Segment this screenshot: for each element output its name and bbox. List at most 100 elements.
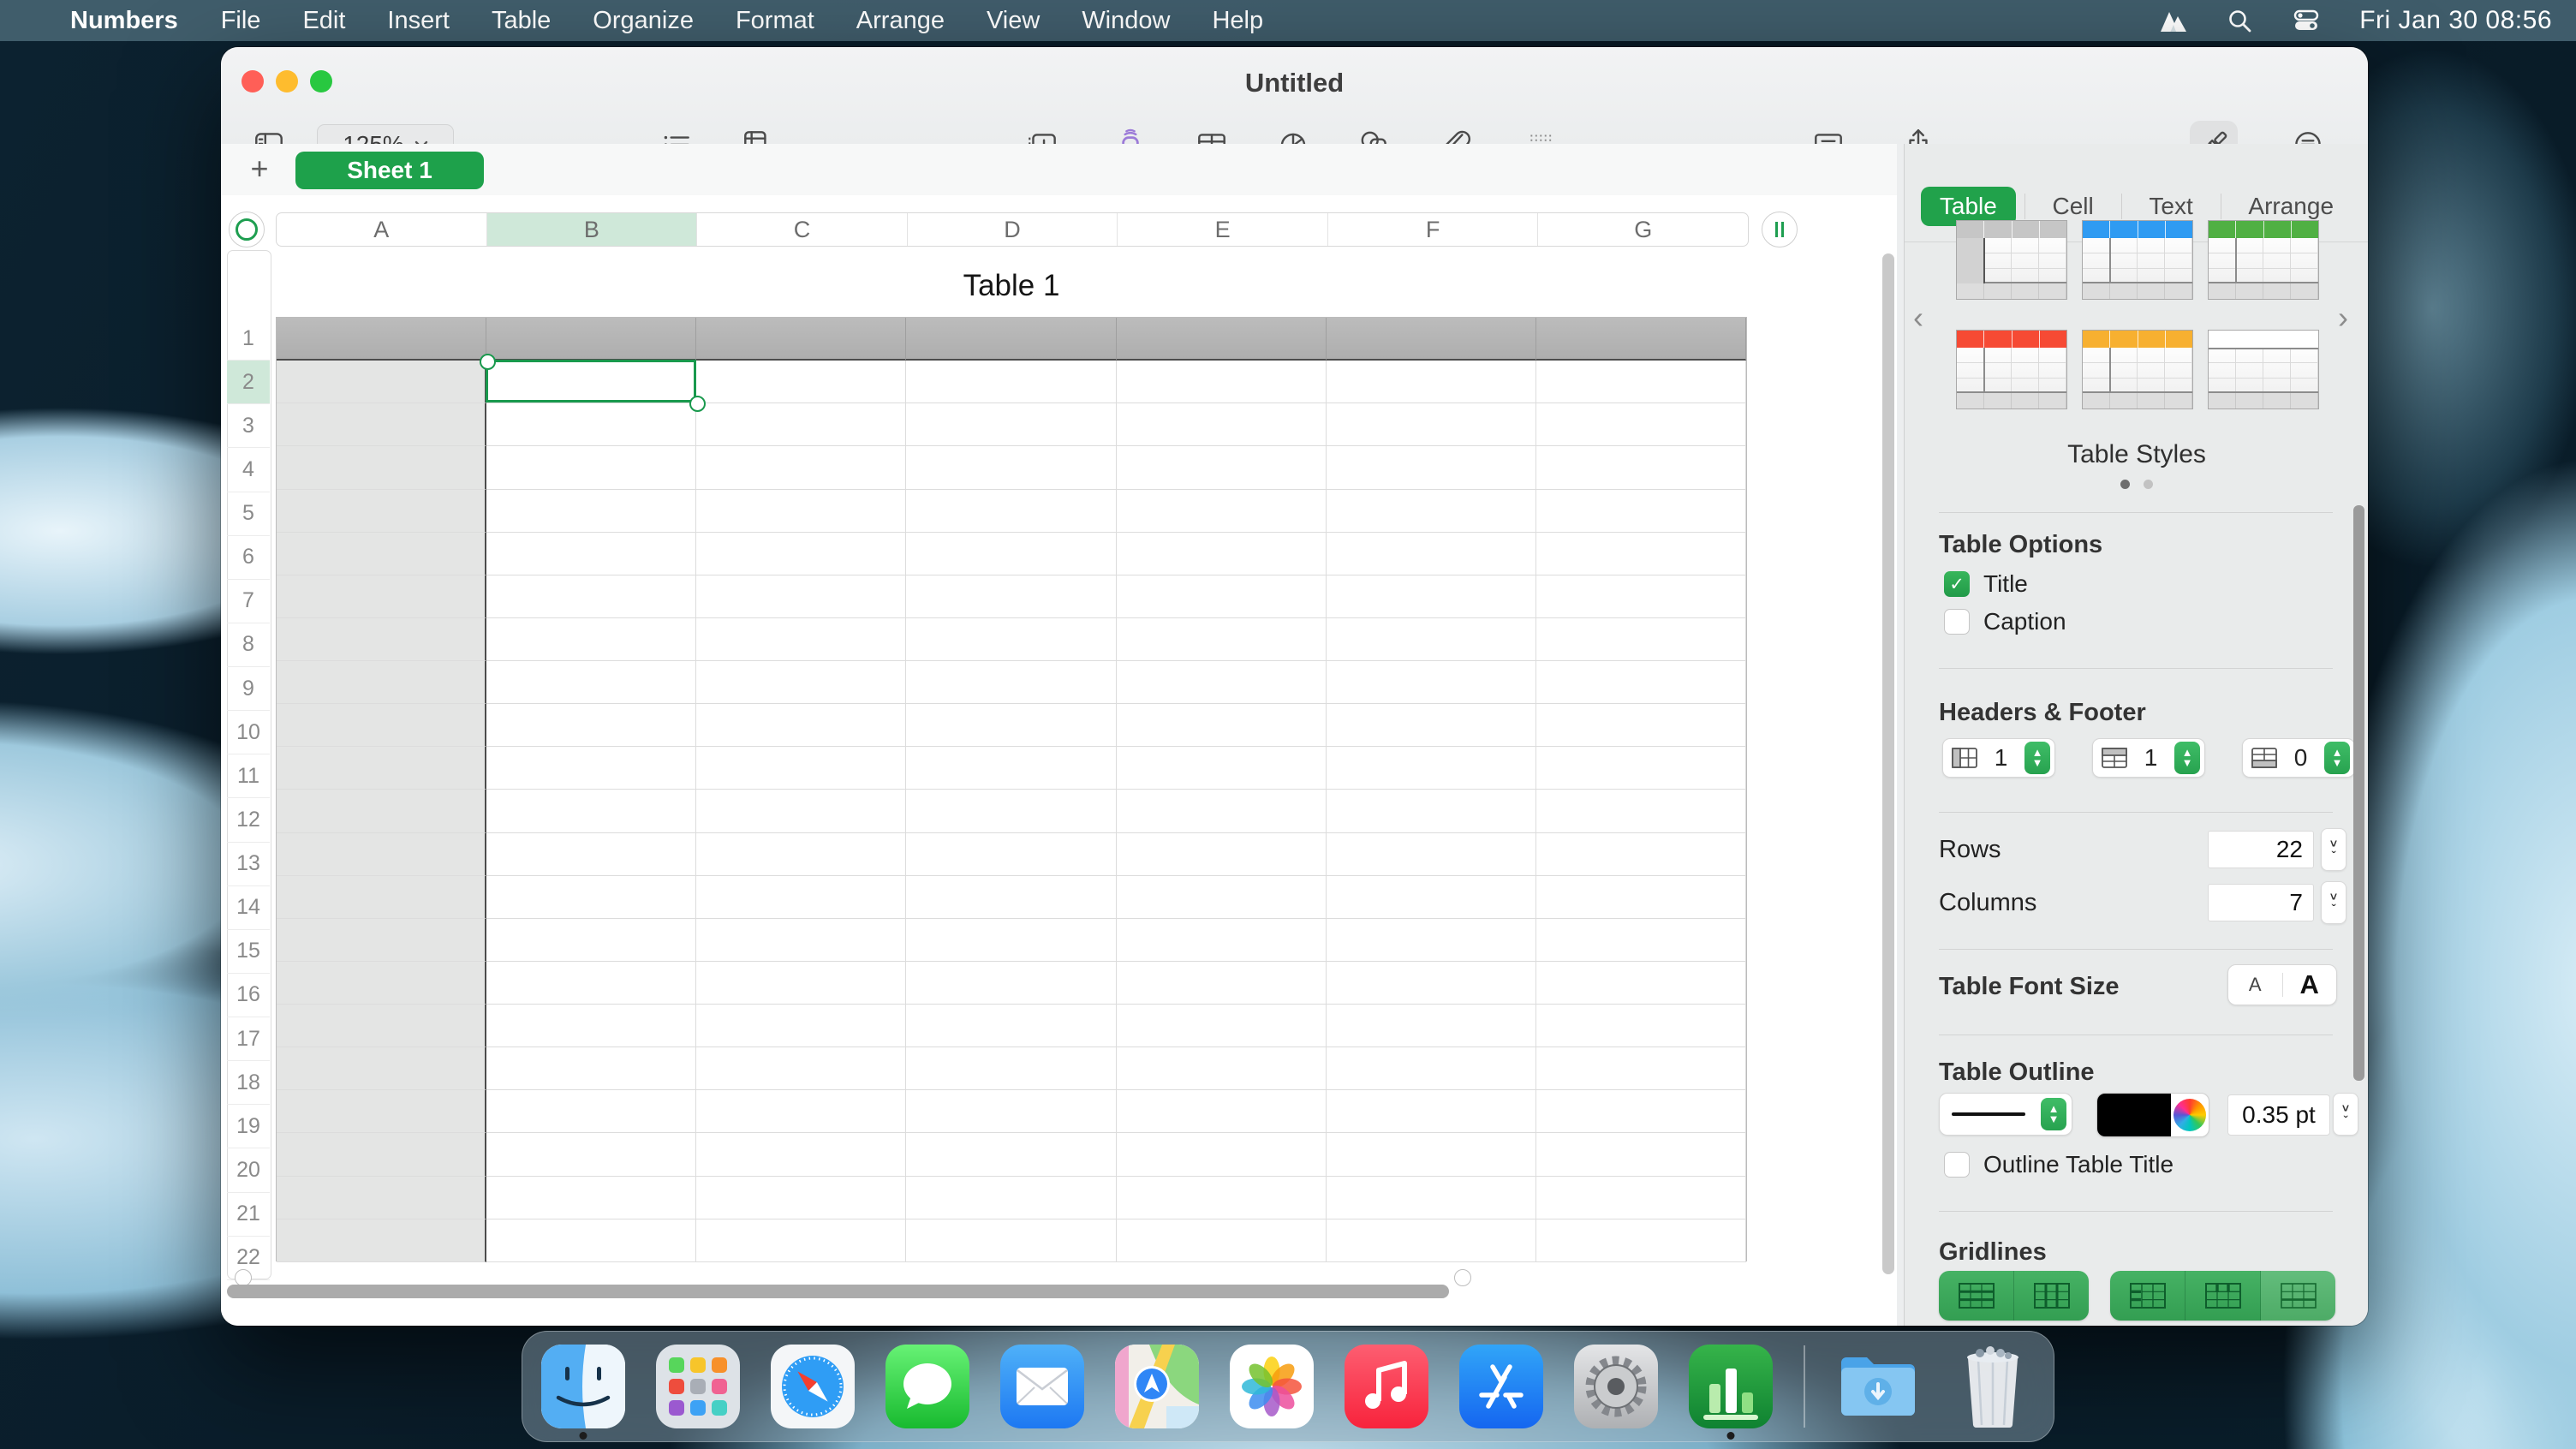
grid-cell-B15[interactable] [486, 919, 696, 962]
grid-cell-F12[interactable] [1327, 790, 1536, 832]
menu-item-format[interactable]: Format [736, 7, 814, 35]
vertical-gridlines-button[interactable] [2014, 1271, 2089, 1321]
grid-cell-D8[interactable] [906, 618, 1116, 661]
header-columns-arrows[interactable]: ▲▼ [2024, 742, 2050, 774]
grid-cell-F4[interactable] [1327, 446, 1536, 489]
grid-cell-E9[interactable] [1117, 661, 1327, 704]
dock-messages[interactable] [886, 1345, 969, 1428]
row-header-20[interactable]: 20 [227, 1148, 270, 1192]
menu-item-file[interactable]: File [221, 7, 261, 35]
grid-cell-G7[interactable] [1536, 575, 1746, 618]
grid-cell-G11[interactable] [1536, 747, 1746, 790]
grid-cell-E3[interactable] [1117, 403, 1327, 446]
menu-item-window[interactable]: Window [1082, 7, 1170, 35]
grid-cell-F7[interactable] [1327, 575, 1536, 618]
grid-cell-A1[interactable] [277, 318, 486, 361]
row-header-11[interactable]: 11 [227, 754, 270, 798]
grid-cell-B13[interactable] [486, 833, 696, 876]
column-header-A[interactable]: A [277, 213, 487, 246]
grid-cell-G5[interactable] [1536, 490, 1746, 533]
grid-cell-F21[interactable] [1327, 1177, 1536, 1219]
grid-cell-A20[interactable] [277, 1133, 486, 1176]
menu-item-arrange[interactable]: Arrange [856, 7, 945, 35]
grid-cell-B11[interactable] [486, 747, 696, 790]
grid-cell-B8[interactable] [486, 618, 696, 661]
grid-cell-D11[interactable] [906, 747, 1116, 790]
grid-cell-C9[interactable] [696, 661, 906, 704]
grid-cell-B9[interactable] [486, 661, 696, 704]
grid-cell-C17[interactable] [696, 1005, 906, 1047]
table-style-plain[interactable] [2208, 330, 2319, 409]
grid-cell-A22[interactable] [277, 1219, 486, 1262]
mountain-icon[interactable] [2159, 7, 2188, 34]
grid-cell-G2[interactable] [1536, 361, 1746, 403]
grid-cell-C12[interactable] [696, 790, 906, 832]
row-header-5[interactable]: 5 [227, 492, 270, 536]
grid-cell-B5[interactable] [486, 490, 696, 533]
grid-cell-E19[interactable] [1117, 1090, 1327, 1133]
grid-cell-F11[interactable] [1327, 747, 1536, 790]
grid-cell-C6[interactable] [696, 533, 906, 575]
grid-cell-A3[interactable] [277, 403, 486, 446]
outline-width-field[interactable]: 0.35 pt [2227, 1094, 2330, 1136]
table-style-blue-header[interactable] [2082, 220, 2193, 300]
grid-cell-A15[interactable] [277, 919, 486, 962]
styles-prev-icon[interactable]: ‹ [1913, 300, 1923, 336]
row-header-17[interactable]: 17 [227, 1017, 270, 1061]
sheet-tab-1[interactable]: Sheet 1 [295, 152, 484, 189]
grid-cell-C5[interactable] [696, 490, 906, 533]
grid-cell-F3[interactable] [1327, 403, 1536, 446]
header-row-gridlines-button[interactable] [2185, 1271, 2261, 1321]
grid-cell-D9[interactable] [906, 661, 1116, 704]
grid-cell-G3[interactable] [1536, 403, 1746, 446]
grid-cell-C10[interactable] [696, 704, 906, 747]
grid-cell-G4[interactable] [1536, 446, 1746, 489]
grid-cell-B16[interactable] [486, 962, 696, 1005]
grid-cell-B4[interactable] [486, 446, 696, 489]
title-checkbox-row[interactable]: ✓ Title [1944, 570, 2028, 598]
grid-cell-F15[interactable] [1327, 919, 1536, 962]
grid-cell-F8[interactable] [1327, 618, 1536, 661]
grid-cell-G18[interactable] [1536, 1047, 1746, 1090]
grid-cell-D20[interactable] [906, 1133, 1116, 1176]
table-style-red-header[interactable] [1956, 330, 2067, 409]
dock-launchpad[interactable] [656, 1345, 740, 1428]
menu-item-insert[interactable]: Insert [387, 7, 450, 35]
dock-numbers[interactable] [1689, 1345, 1773, 1428]
header-columns-stepper[interactable]: 1▲▼ [1942, 738, 2055, 778]
grid-cell-B14[interactable] [486, 876, 696, 919]
grid-cell-A21[interactable] [277, 1177, 486, 1219]
column-header-G[interactable]: G [1538, 213, 1748, 246]
grid-cell-E8[interactable] [1117, 618, 1327, 661]
column-header-E[interactable]: E [1118, 213, 1328, 246]
column-header-F[interactable]: F [1328, 213, 1539, 246]
grid-cell-D13[interactable] [906, 833, 1116, 876]
row-header-8[interactable]: 8 [227, 623, 270, 667]
selection-handle-bottom-right[interactable] [689, 396, 706, 412]
grid-cell-E12[interactable] [1117, 790, 1327, 832]
grid-cell-E2[interactable] [1117, 361, 1327, 403]
dock-music[interactable] [1345, 1345, 1428, 1428]
menu-clock[interactable]: Fri Jan 30 08:56 [2359, 6, 2552, 35]
grid-cell-A9[interactable] [277, 661, 486, 704]
header-column-gridlines-button[interactable] [2110, 1271, 2185, 1321]
row-header-12[interactable]: 12 [227, 798, 270, 842]
grid-cell-G8[interactable] [1536, 618, 1746, 661]
columns-input[interactable]: 7 [2208, 884, 2314, 921]
line-style-stepper[interactable]: ▲▼ [2041, 1098, 2066, 1130]
outline-style-dropdown[interactable]: ▲▼ [1939, 1093, 2072, 1136]
grid-cell-F1[interactable] [1327, 318, 1536, 361]
grid-cell-D5[interactable] [906, 490, 1116, 533]
grid-cell-A4[interactable] [277, 446, 486, 489]
grid-cell-A2[interactable] [277, 361, 486, 403]
grid-cell-B17[interactable] [486, 1005, 696, 1047]
grid-cell-B21[interactable] [486, 1177, 696, 1219]
grid-cell-B22[interactable] [486, 1219, 696, 1262]
grid-cell-D10[interactable] [906, 704, 1116, 747]
grid-cell-G15[interactable] [1536, 919, 1746, 962]
grid-cell-E13[interactable] [1117, 833, 1327, 876]
grid-cell-C3[interactable] [696, 403, 906, 446]
grid-cell-F5[interactable] [1327, 490, 1536, 533]
font-larger-button[interactable]: A [2283, 969, 2337, 1000]
grid-cell-C8[interactable] [696, 618, 906, 661]
